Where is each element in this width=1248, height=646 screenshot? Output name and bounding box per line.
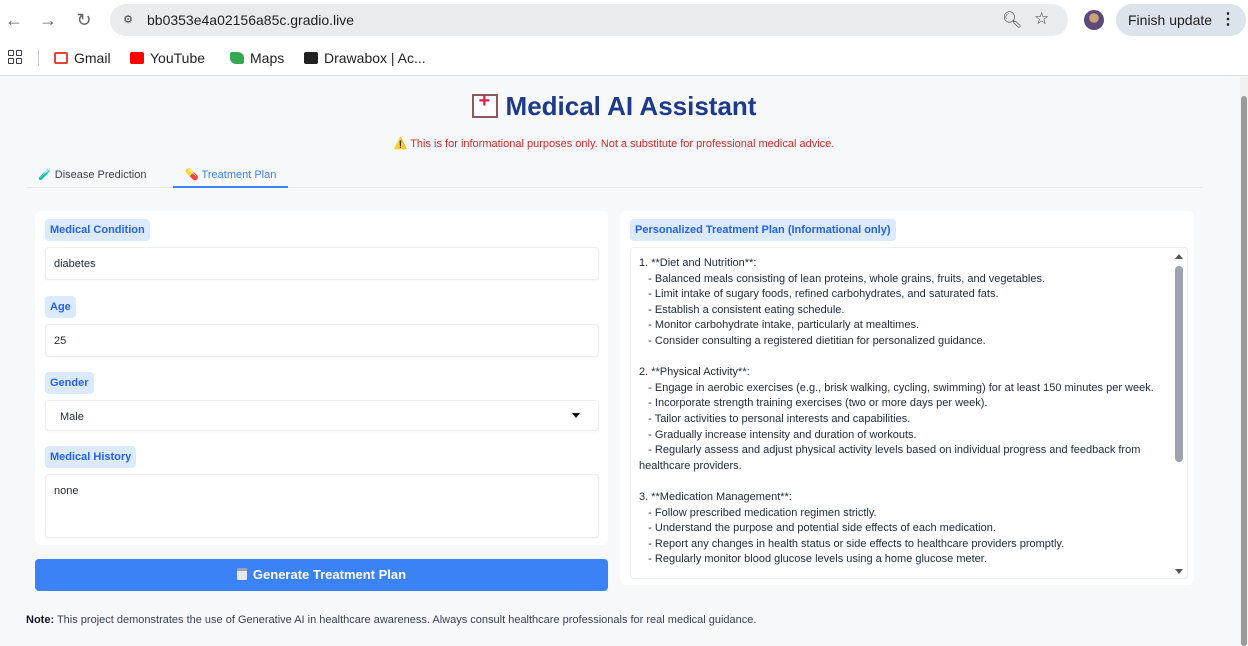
input-panel: Medical Condition diabetes Age 25 Gender… xyxy=(35,211,608,545)
generate-button-label: Generate Treatment Plan xyxy=(252,567,407,582)
clipboard-icon xyxy=(236,568,247,580)
treatment-plan-text: 1. **Diet and Nutrition**: - Balanced me… xyxy=(639,257,1154,566)
bookmark-maps[interactable]: Maps xyxy=(230,48,284,68)
bookmark-youtube[interactable]: YouTube xyxy=(130,48,205,68)
page-scroll-thumb[interactable] xyxy=(1241,96,1247,646)
apps-grid-icon[interactable] xyxy=(8,50,22,64)
gmail-icon xyxy=(54,52,68,64)
tab-treatment-plan[interactable]: 💊 Treatment Plan xyxy=(173,166,289,188)
note-text: This project demonstrates the use of Gen… xyxy=(54,614,757,626)
site-settings-icon[interactable]: ⚙ xyxy=(120,12,136,28)
bookmark-label: YouTube xyxy=(150,50,206,66)
bookmarks-bar: Gmail YouTube Maps Drawabox | Ac... xyxy=(0,40,1248,76)
page-title-text: Medical AI Assistant xyxy=(505,91,757,121)
bookmark-label: Drawabox | Ac... xyxy=(324,50,426,66)
age-label: Age xyxy=(45,296,76,318)
bookmark-label: Maps xyxy=(250,50,285,66)
finish-update-button[interactable]: Finish update ⋮ xyxy=(1116,4,1246,36)
bookmark-star-icon[interactable]: ☆ xyxy=(1034,9,1049,29)
generate-treatment-plan-button[interactable]: Generate Treatment Plan xyxy=(35,559,608,591)
treatment-plan-output[interactable]: 1. **Diet and Nutrition**: - Balanced me… xyxy=(630,247,1188,579)
bookmark-label: Gmail xyxy=(74,50,111,66)
reload-icon[interactable]: ↻ xyxy=(72,8,96,32)
scroll-thumb[interactable] xyxy=(1175,266,1183,462)
drawabox-icon xyxy=(304,52,318,64)
history-textarea[interactable]: none xyxy=(45,474,599,538)
disclaimer-text: ⚠️ This is for informational purposes on… xyxy=(393,138,835,150)
output-scrollbar[interactable] xyxy=(1173,252,1185,576)
scroll-down-icon[interactable] xyxy=(1175,569,1183,574)
condition-label: Medical Condition xyxy=(45,219,150,241)
bookmark-gmail[interactable]: Gmail xyxy=(54,48,111,68)
profile-avatar[interactable] xyxy=(1084,10,1104,30)
browser-toolbar: ← → ↻ ⚙ bb0353e4a02156a85c.gradio.live 🔍… xyxy=(0,0,1248,40)
forward-arrow-icon[interactable]: → xyxy=(36,8,60,32)
hospital-icon xyxy=(471,90,498,118)
output-panel: Personalized Treatment Plan (Information… xyxy=(620,211,1194,585)
bookmark-drawabox[interactable]: Drawabox | Ac... xyxy=(304,48,426,68)
bookmarks-divider xyxy=(38,50,39,66)
gender-label: Gender xyxy=(45,372,94,394)
tab-disease-prediction[interactable]: 🧪 Disease Prediction xyxy=(26,166,158,188)
url-text[interactable]: bb0353e4a02156a85c.gradio.live xyxy=(147,12,354,28)
youtube-icon xyxy=(130,52,144,64)
maps-icon xyxy=(230,52,244,64)
gender-selected-value: Male xyxy=(60,411,84,423)
condition-input[interactable]: diabetes xyxy=(45,247,599,280)
page-title: Medical AI Assistant xyxy=(0,90,1228,122)
scroll-up-icon[interactable] xyxy=(1175,254,1183,259)
zoom-icon[interactable]: 🔍︎ xyxy=(1002,10,1022,30)
gender-select[interactable]: Male xyxy=(45,400,599,431)
gradio-app: Medical AI Assistant ⚠️ This is for info… xyxy=(0,77,1240,646)
note-label: Note: xyxy=(26,614,55,626)
output-label: Personalized Treatment Plan (Information… xyxy=(630,219,896,241)
address-bar[interactable]: ⚙ bb0353e4a02156a85c.gradio.live 🔍︎ ☆ xyxy=(110,4,1068,36)
history-label: Medical History xyxy=(45,446,137,468)
more-menu-icon[interactable]: ⋮ xyxy=(1220,4,1236,36)
footer-note: Note: This project demonstrates the use … xyxy=(26,614,756,626)
finish-update-label: Finish update xyxy=(1128,12,1213,28)
age-input[interactable]: 25 xyxy=(45,324,599,357)
tab-bar: 🧪 Disease Prediction 💊 Treatment Plan xyxy=(26,166,1203,188)
back-arrow-icon[interactable]: ← xyxy=(2,8,26,32)
chevron-down-icon xyxy=(572,413,580,418)
